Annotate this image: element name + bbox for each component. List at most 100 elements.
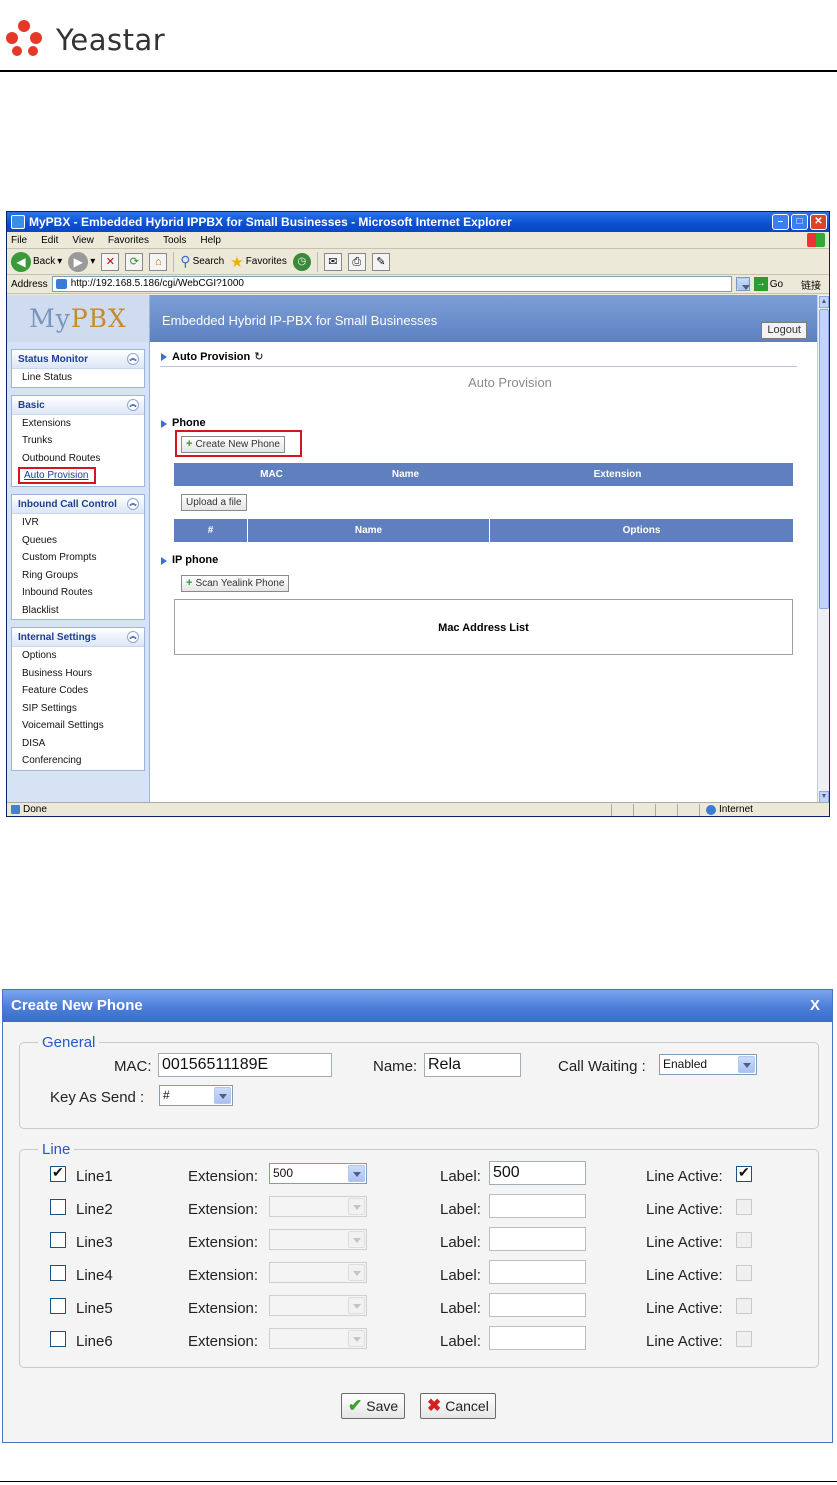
line-enable-checkbox[interactable]	[50, 1232, 66, 1248]
scroll-thumb[interactable]	[819, 309, 829, 609]
sidebar-heading-internal[interactable]: Internal Settings ︽	[12, 628, 144, 647]
line-enable-checkbox[interactable]	[50, 1199, 66, 1215]
call-waiting-select[interactable]: Enabled	[659, 1054, 757, 1075]
sidebar-item-line-status[interactable]: Line Status	[12, 369, 144, 387]
sidebar-item-conferencing[interactable]: Conferencing	[12, 752, 144, 770]
search-button[interactable]: ⚲ Search	[180, 253, 224, 270]
home-icon[interactable]: ⌂	[149, 252, 168, 271]
dialog-close-button[interactable]: X	[810, 990, 820, 1022]
col-mac[interactable]: MAC	[174, 463, 369, 486]
collapse-icon[interactable]: ︽	[127, 631, 139, 643]
scan-yealink-phone-button[interactable]: + Scan Yealink Phone	[181, 575, 290, 592]
sidebar-item-feature-codes[interactable]: Feature Codes	[12, 682, 144, 700]
collapse-icon[interactable]: ︽	[127, 398, 139, 411]
line-active-checkbox[interactable]	[736, 1164, 752, 1182]
extension-select[interactable]	[269, 1328, 367, 1349]
cancel-button[interactable]: ✖ Cancel	[420, 1393, 496, 1419]
sidebar-item-sip-settings[interactable]: SIP Settings	[12, 700, 144, 718]
vertical-scrollbar[interactable]: ▲ ▼	[817, 295, 829, 804]
save-button[interactable]: ✔ Save	[341, 1393, 406, 1419]
forward-button[interactable]: ▶ ▾	[68, 251, 95, 272]
sidebar-item-extensions[interactable]: Extensions	[12, 415, 144, 433]
line-label-input[interactable]	[489, 1326, 586, 1350]
url-dropdown[interactable]	[735, 277, 750, 291]
line-enable-checkbox[interactable]	[50, 1164, 66, 1182]
line-active-checkbox[interactable]	[736, 1298, 752, 1314]
menu-file[interactable]: File	[11, 235, 27, 246]
sidebar-item-options[interactable]: Options	[12, 647, 144, 665]
address-bar: Address http://192.168.5.186/cgi/WebCGI?…	[7, 275, 829, 294]
back-button[interactable]: ◀ Back ▾	[11, 251, 62, 272]
key-as-send-select[interactable]: #	[159, 1085, 233, 1106]
line-enable-checkbox[interactable]	[50, 1265, 66, 1281]
line-label-input[interactable]: 500	[489, 1161, 586, 1185]
call-waiting-value: Enabled	[663, 1057, 708, 1071]
stop-icon[interactable]: ✕	[101, 252, 120, 271]
col-options[interactable]: Options	[490, 519, 793, 542]
collapse-icon[interactable]: ︽	[127, 353, 139, 365]
extension-select[interactable]: 500	[269, 1163, 367, 1184]
sidebar-item-ivr[interactable]: IVR	[12, 514, 144, 532]
extension-select[interactable]	[269, 1295, 367, 1316]
scroll-up-icon[interactable]: ▲	[819, 296, 829, 308]
sidebar-item-voicemail-settings[interactable]: Voicemail Settings	[12, 717, 144, 735]
sidebar-item-outbound-routes[interactable]: Outbound Routes	[12, 450, 144, 468]
upload-file-button[interactable]: Upload a file	[181, 494, 247, 511]
url-input[interactable]: http://192.168.5.186/cgi/WebCGI?1000	[51, 276, 732, 292]
mac-input[interactable]: 00156511189E	[158, 1053, 332, 1077]
menu-favorites[interactable]: Favorites	[108, 235, 149, 246]
menu-edit[interactable]: Edit	[41, 235, 58, 246]
name-input[interactable]: Rela	[424, 1053, 521, 1077]
line-active-checkbox[interactable]	[736, 1265, 752, 1281]
sidebar-item-blacklist[interactable]: Blacklist	[12, 602, 144, 620]
print-icon[interactable]: ⎙	[347, 252, 366, 271]
line-active-checkbox[interactable]	[736, 1331, 752, 1347]
sidebar-item-inbound-routes[interactable]: Inbound Routes	[12, 584, 144, 602]
sidebar-item-auto-provision[interactable]: Auto Provision	[18, 467, 96, 484]
history-icon[interactable]: ◷	[292, 252, 311, 271]
col-name[interactable]: Name	[369, 463, 442, 486]
menu-help[interactable]: Help	[200, 235, 221, 246]
create-new-phone-button[interactable]: + Create New Phone	[181, 436, 285, 453]
logout-button[interactable]: Logout	[761, 322, 807, 339]
sidebar-heading-inbound[interactable]: Inbound Call Control ︽	[12, 495, 144, 514]
maximize-button[interactable]: □	[791, 214, 808, 230]
menu-view[interactable]: View	[72, 235, 94, 246]
close-button[interactable]: ✕	[810, 214, 827, 230]
star-icon: ★	[230, 253, 244, 271]
minimize-button[interactable]: –	[772, 214, 789, 230]
links-label[interactable]: 链接	[801, 277, 821, 292]
line-label-input[interactable]	[489, 1227, 586, 1251]
col-number[interactable]: #	[174, 519, 248, 542]
label-label: Label:	[440, 1333, 481, 1350]
go-button[interactable]: → Go	[753, 277, 783, 291]
line-active-checkbox[interactable]	[736, 1232, 752, 1248]
sidebar-item-business-hours[interactable]: Business Hours	[12, 665, 144, 683]
col-extension[interactable]: Extension	[442, 463, 793, 486]
extension-select[interactable]	[269, 1262, 367, 1283]
refresh-icon[interactable]: ⟳	[125, 252, 144, 271]
sidebar-item-ring-groups[interactable]: Ring Groups	[12, 567, 144, 585]
label-label: Label:	[440, 1201, 481, 1218]
refresh-small-icon[interactable]: ↻	[254, 351, 263, 363]
line-label-input[interactable]	[489, 1260, 586, 1284]
collapse-icon[interactable]: ︽	[127, 498, 139, 510]
sidebar-heading-status[interactable]: Status Monitor ︽	[12, 350, 144, 369]
sidebar-item-trunks[interactable]: Trunks	[12, 432, 144, 450]
extension-select[interactable]	[269, 1196, 367, 1217]
line-label-input[interactable]	[489, 1194, 586, 1218]
line-active-checkbox[interactable]	[736, 1199, 752, 1215]
sidebar-item-disa[interactable]: DISA	[12, 735, 144, 753]
extension-select[interactable]	[269, 1229, 367, 1250]
line-label-input[interactable]	[489, 1293, 586, 1317]
sidebar-heading-basic[interactable]: Basic ︽	[12, 395, 144, 415]
mail-icon[interactable]: ✉	[323, 252, 342, 271]
line-enable-checkbox[interactable]	[50, 1298, 66, 1314]
sidebar-item-custom-prompts[interactable]: Custom Prompts	[12, 549, 144, 567]
col-file-name[interactable]: Name	[248, 519, 490, 542]
edit-icon[interactable]: ✎	[371, 252, 390, 271]
favorites-button[interactable]: ★ Favorites	[230, 253, 287, 271]
line-enable-checkbox[interactable]	[50, 1331, 66, 1347]
sidebar-item-queues[interactable]: Queues	[12, 532, 144, 550]
menu-tools[interactable]: Tools	[163, 235, 186, 246]
